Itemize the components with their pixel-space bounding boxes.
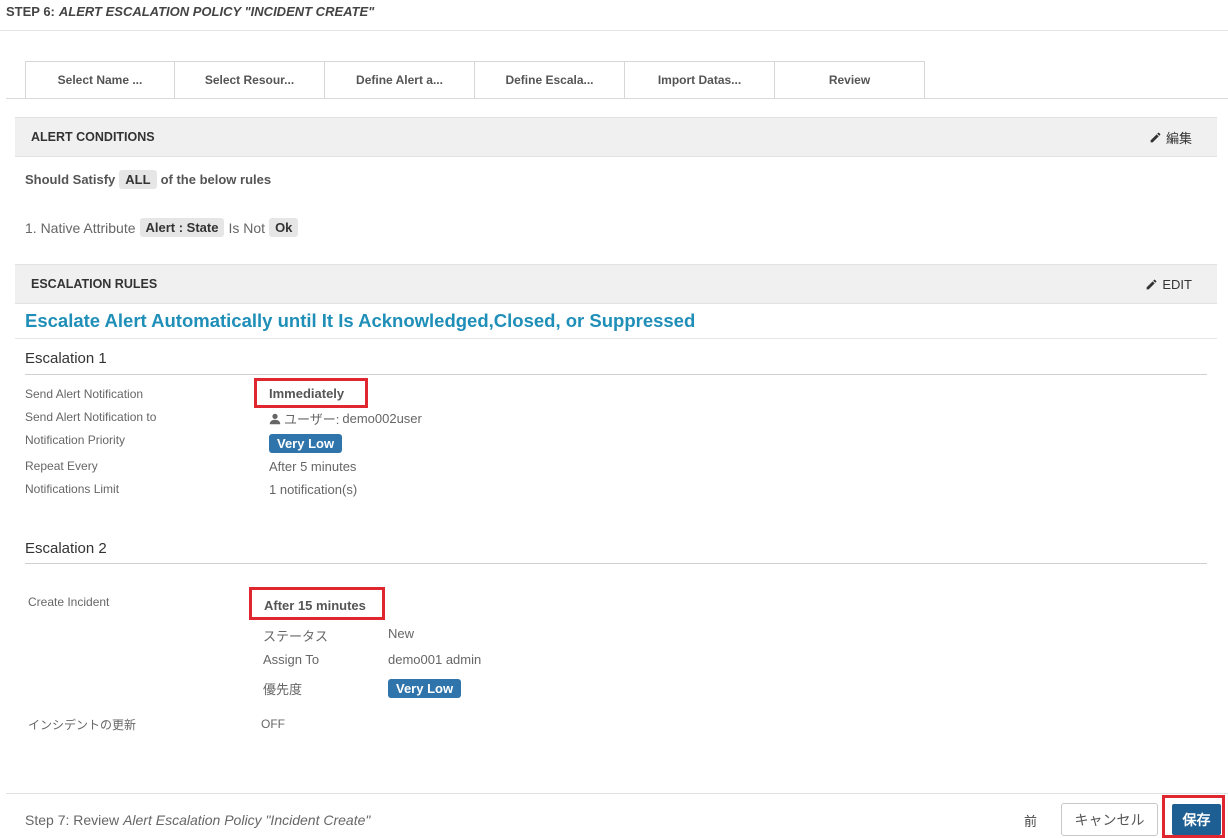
rule-value-chip: Ok (269, 218, 299, 237)
assign-to-value: demo001 admin (388, 652, 482, 667)
tab-define-alert[interactable]: Define Alert a... (325, 61, 475, 99)
escalation-rules-edit-label: EDIT (1162, 276, 1192, 292)
escalation-rules-title: ESCALATION RULES (31, 277, 158, 291)
escalation-rules-bar: ESCALATION RULES EDIT (15, 264, 1217, 304)
tab-import-datasource[interactable]: Import Datas... (625, 61, 775, 99)
escalation-1-divider (25, 374, 1207, 375)
rule-prefix: 1. Native Attribute (25, 219, 136, 236)
alert-conditions-edit-label: 編集 (1165, 130, 1192, 146)
pencil-icon (1147, 279, 1157, 289)
tab-define-escalation[interactable]: Define Escala... (475, 61, 625, 99)
escalation-1-title: Escalation 1 (25, 350, 107, 367)
wizard-tabs: Select Name ... Select Resour... Define … (25, 61, 925, 99)
tab-select-name[interactable]: Select Name ... (25, 61, 175, 99)
status-label: ステータス (263, 629, 329, 644)
satisfy-suffix: of the below rules (160, 172, 272, 187)
create-incident-label: Create Incident (28, 595, 110, 609)
escalation-heading: Escalate Alert Automatically until It Is… (25, 310, 696, 331)
notifications-limit-label: Notifications Limit (25, 482, 120, 496)
notifications-limit-value: 1 notification(s) (269, 482, 358, 497)
tabs-divider (6, 98, 1228, 99)
tab-review[interactable]: Review (775, 61, 925, 99)
send-notification-to-label: Send Alert Notification to (25, 410, 157, 424)
incident-update-label: インシデントの更新 (28, 718, 137, 732)
notification-priority-label: Notification Priority (25, 433, 126, 447)
satisfy-mode-chip: ALL (119, 170, 157, 189)
send-notification-label: Send Alert Notification (25, 387, 144, 401)
highlight-box-immediately (254, 378, 368, 408)
alert-conditions-title: ALERT CONDITIONS (31, 130, 155, 144)
user-icon (269, 413, 281, 424)
escalation-2-title: Escalation 2 (25, 540, 107, 557)
alert-conditions-bar: ALERT CONDITIONS 編集 (15, 117, 1217, 157)
notification-priority-badge: Very Low (269, 434, 343, 453)
pencil-icon (1150, 132, 1161, 142)
highlight-box-after-15-minutes (249, 587, 385, 620)
alert-conditions-edit-button[interactable]: 編集 (1149, 128, 1192, 147)
cancel-button[interactable]: キャンセル (1061, 803, 1158, 836)
send-to-prefix: ユーザー: (284, 412, 340, 427)
previous-button[interactable]: 前 (1024, 811, 1037, 830)
satisfy-statement: Should Satisfy ALL of the below rules (25, 170, 271, 189)
rule-operator: Is Not (228, 219, 266, 236)
next-step-prefix: Step 7: Review (25, 812, 120, 828)
highlight-box-save (1162, 795, 1225, 838)
incident-update-value: OFF (261, 717, 285, 731)
tab-select-resource[interactable]: Select Resour... (175, 61, 325, 99)
incident-priority-badge: Very Low (388, 679, 462, 698)
status-value: New (388, 626, 415, 641)
send-notification-to-value: ユーザー: demo002user (269, 409, 422, 428)
repeat-every-label: Repeat Every (25, 459, 98, 473)
assign-to-label: Assign To (263, 652, 320, 667)
next-step-title: Alert Escalation Policy "Incident Create… (123, 812, 371, 828)
repeat-every-value: After 5 minutes (269, 459, 357, 474)
step-title: ALERT ESCALATION POLICY "INCIDENT CREATE… (58, 4, 375, 19)
escalation-rules-edit-button[interactable]: EDIT (1145, 277, 1192, 292)
step-header: STEP 6: ALERT ESCALATION POLICY "INCIDENT… (0, 0, 1228, 31)
incident-priority-label: 優先度 (263, 682, 303, 697)
send-to-user: demo002user (342, 411, 422, 426)
wizard-footer: Step 7: Review Alert Escalation Policy "… (6, 793, 1228, 838)
step-number: STEP 6: (6, 4, 55, 19)
heading-divider (15, 338, 1217, 339)
next-step-hint: Step 7: Review Alert Escalation Policy "… (25, 812, 370, 828)
rule-attribute-chip: Alert : State (139, 218, 225, 237)
satisfy-prefix: Should Satisfy (25, 172, 116, 187)
escalation-2-divider (25, 563, 1207, 564)
condition-rule: 1. Native Attribute Alert : State Is Not… (25, 218, 299, 237)
